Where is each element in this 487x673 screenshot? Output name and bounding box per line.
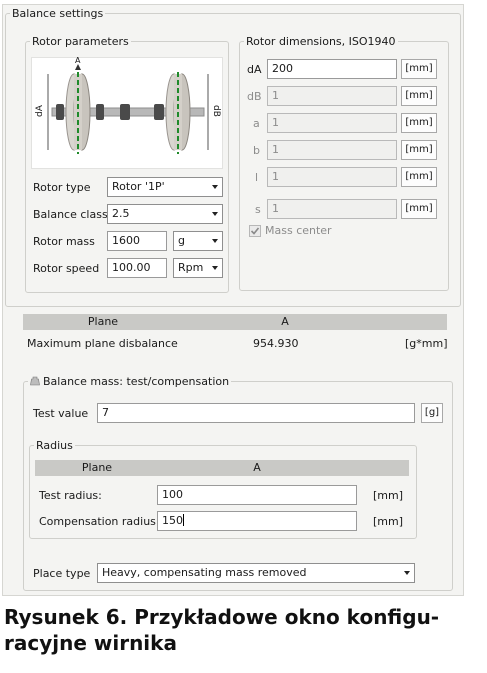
test-value-unit: [g] <box>421 403 443 423</box>
chevron-down-icon <box>212 239 218 243</box>
dimension-label: dB <box>247 90 262 103</box>
column-header-plane: Plane <box>87 315 119 328</box>
dimension-label: dA <box>247 63 262 76</box>
test-value-input[interactable]: 7 <box>97 403 415 423</box>
plane-mark-a: A <box>75 56 81 65</box>
figure-caption-line-1: Rysunek 6. Przykładowe okno konfigu- <box>4 605 440 629</box>
rotor-type-select[interactable]: Rotor '1P' <box>107 177 223 197</box>
balance-mass-legend: Balance mass: test/compensation <box>28 375 231 388</box>
rotor-mass-value: 1600 <box>112 234 140 247</box>
dimension-unit: [mm] <box>401 199 437 219</box>
dimension-value: 1 <box>272 143 279 156</box>
compensation-radius-label: Compensation radius <box>39 515 156 528</box>
disbalance-table-header: Plane A <box>23 314 447 330</box>
rotor-speed-label: Rotor speed <box>33 262 100 275</box>
rotor-type-label: Rotor type <box>33 181 91 194</box>
rotor-speed-input[interactable]: 100.00 <box>107 258 167 278</box>
rotor-mass-unit-value: g <box>178 234 185 247</box>
rotor-mass-unit-select[interactable]: g <box>173 231 223 251</box>
radius-title: Radius <box>36 439 73 452</box>
dimension-da-input[interactable]: 200 <box>267 59 397 79</box>
test-value-value: 7 <box>102 406 109 419</box>
test-radius-unit: [mm] <box>373 489 404 502</box>
place-type-label: Place type <box>33 567 91 580</box>
dimension-value: 1 <box>272 202 279 215</box>
balance-class-label: Balance class <box>33 208 108 221</box>
dimension-a-input[interactable]: 1 <box>267 113 397 133</box>
rotor-diagram: dA dB A <box>31 56 223 169</box>
dimension-unit: [mm] <box>401 86 437 106</box>
dimension-b-input[interactable]: 1 <box>267 140 397 160</box>
dimension-label: b <box>253 144 260 157</box>
rotor-mass-label: Rotor mass <box>33 235 95 248</box>
compensation-radius-value: 150 <box>162 514 183 527</box>
column-header-plane: Plane <box>81 461 113 474</box>
dimension-unit: [mm] <box>401 140 437 160</box>
balance-settings-title: Balance settings <box>12 7 104 20</box>
dimension-label-da: dA <box>34 105 45 117</box>
check-icon <box>250 227 260 235</box>
dimension-unit: [mm] <box>401 59 437 79</box>
max-plane-disbalance-value: 954.930 <box>253 337 299 350</box>
test-radius-input[interactable]: 100 <box>157 485 357 505</box>
chevron-down-icon <box>404 571 410 575</box>
rotor-dimensions-title: Rotor dimensions, ISO1940 <box>246 35 396 48</box>
chevron-down-icon <box>212 212 218 216</box>
rotor-parameters-title: Rotor parameters <box>32 35 129 48</box>
balance-mass-title: Balance mass: test/compensation <box>43 375 230 388</box>
test-value-label: Test value <box>33 407 89 420</box>
rotor-type-value: Rotor '1P' <box>112 180 165 193</box>
max-plane-disbalance-unit: [g*mm] <box>405 337 448 350</box>
dimension-unit: [mm] <box>401 167 437 187</box>
text-cursor <box>183 514 184 526</box>
rotor-speed-unit-value: Rpm <box>178 261 204 274</box>
dimension-label: l <box>255 171 259 184</box>
dimension-db-input[interactable]: 1 <box>267 86 397 106</box>
balance-class-select[interactable]: 2.5 <box>107 204 223 224</box>
place-type-select[interactable]: Heavy, compensating mass removed <box>97 563 415 583</box>
rotor-speed-value: 100.00 <box>112 261 151 274</box>
dimension-label: s <box>255 203 261 216</box>
balance-class-value: 2.5 <box>112 207 130 220</box>
chevron-down-icon <box>212 266 218 270</box>
test-radius-value: 100 <box>162 488 183 501</box>
chevron-down-icon <box>212 185 218 189</box>
mass-center-checkbox[interactable] <box>249 225 261 237</box>
rotor-speed-unit-select[interactable]: Rpm <box>173 258 223 278</box>
compensation-radius-input[interactable]: 150 <box>157 511 357 531</box>
dimension-unit: [mm] <box>401 113 437 133</box>
figure-caption: Rysunek 6. Przykładowe okno konfigu- rac… <box>4 604 474 656</box>
rotor-mass-input[interactable]: 1600 <box>107 231 167 251</box>
column-header-a: A <box>253 461 261 474</box>
dimension-label: a <box>253 117 260 130</box>
compensation-radius-unit: [mm] <box>373 515 404 528</box>
place-type-value: Heavy, compensating mass removed <box>102 566 307 579</box>
mass-center-label: Mass center <box>265 224 332 237</box>
dimension-value: 1 <box>272 116 279 129</box>
dimension-value: 1 <box>272 170 279 183</box>
column-header-a: A <box>281 315 289 328</box>
figure-caption-line-2: racyjne wirnika <box>4 631 177 655</box>
radius-table-header: Plane A <box>35 460 409 476</box>
weight-icon <box>30 376 40 386</box>
test-radius-label: Test radius: <box>39 489 102 502</box>
dimension-value: 200 <box>272 62 293 75</box>
dimension-value: 1 <box>272 89 279 102</box>
max-plane-disbalance-label: Maximum plane disbalance <box>27 337 178 350</box>
dimension-s-input[interactable]: 1 <box>267 199 397 219</box>
dimension-label-db: dB <box>210 105 221 117</box>
balance-settings-window: Balance settings Rotor parameters dA dB … <box>2 4 464 596</box>
dimension-l-input[interactable]: 1 <box>267 167 397 187</box>
rotor-diagram-svg <box>47 64 209 154</box>
